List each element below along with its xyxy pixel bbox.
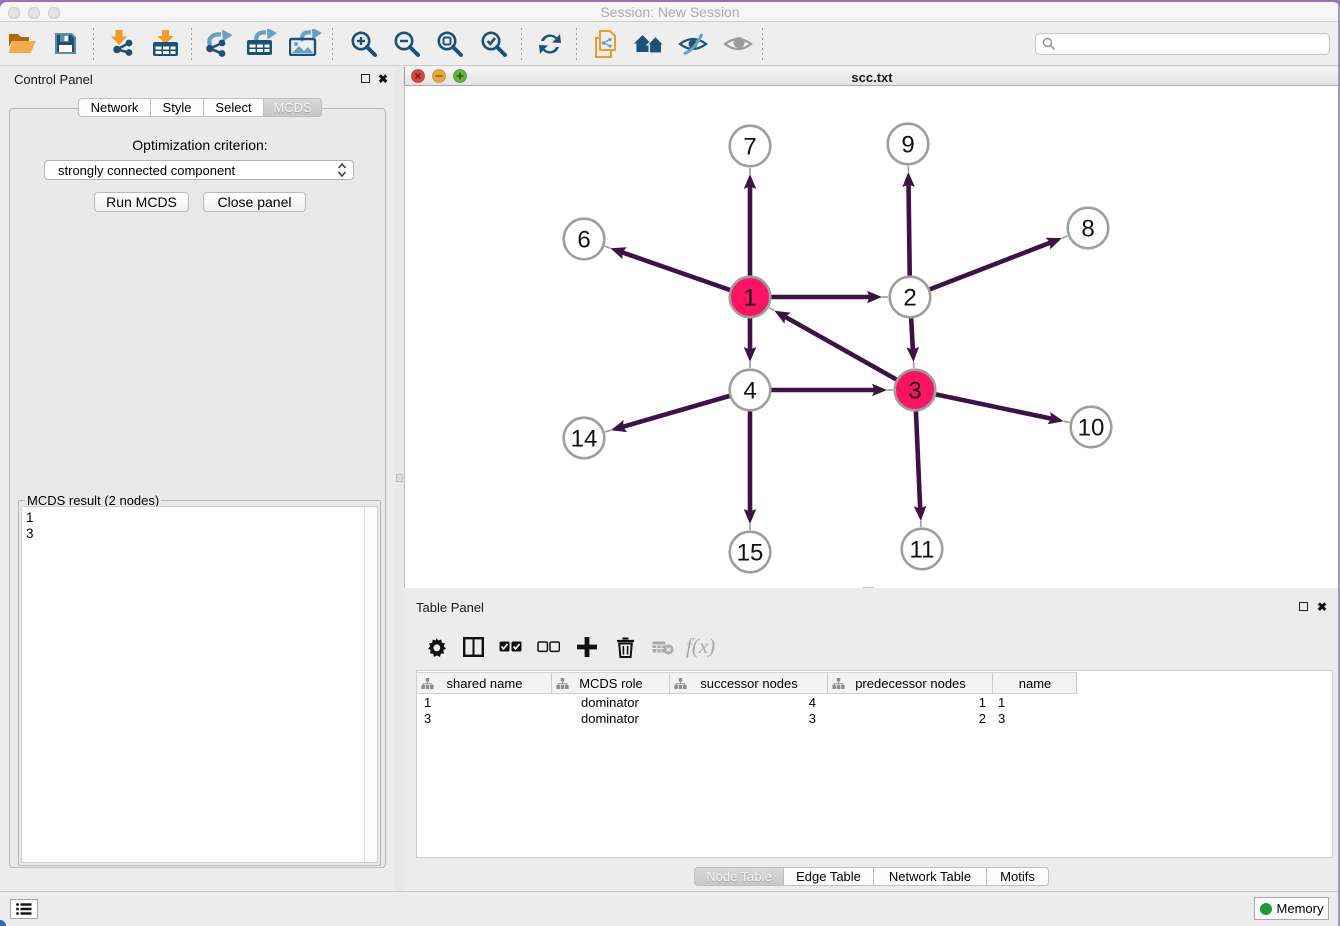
svg-text:7: 7 (743, 134, 756, 161)
svg-text:6: 6 (577, 227, 590, 254)
svg-text:4: 4 (743, 378, 756, 405)
svg-text:14: 14 (571, 426, 598, 453)
svg-text:9: 9 (901, 132, 914, 159)
svg-text:15: 15 (737, 540, 764, 567)
svg-text:3: 3 (908, 378, 921, 405)
svg-text:2: 2 (903, 285, 916, 312)
svg-text:11: 11 (910, 537, 935, 564)
svg-text:10: 10 (1078, 415, 1105, 442)
svg-text:1: 1 (743, 285, 756, 312)
svg-text:8: 8 (1081, 216, 1094, 243)
